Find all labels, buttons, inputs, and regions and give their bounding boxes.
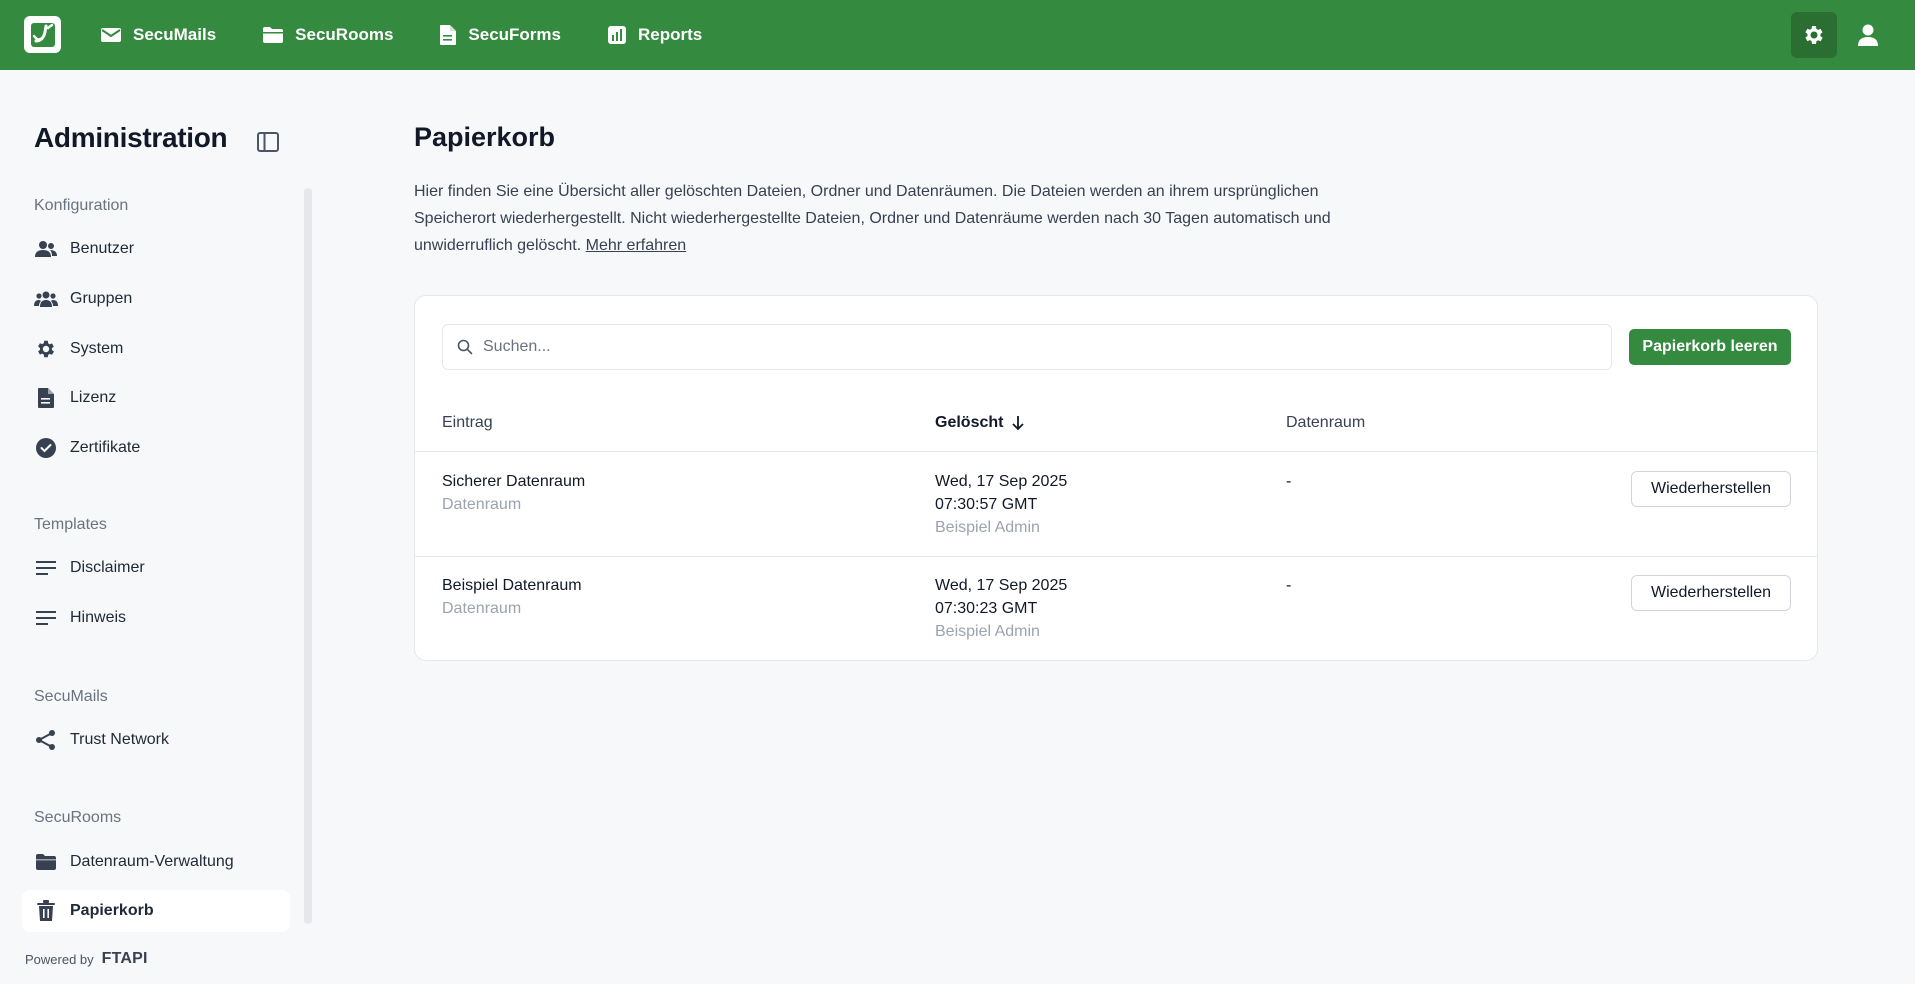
section-konfiguration: Konfiguration	[34, 197, 129, 214]
nav-securooms[interactable]: SecuRooms	[262, 25, 393, 45]
sidebar-item-gruppen[interactable]: Gruppen	[22, 278, 290, 320]
deleted-time: 07:30:57 GMT	[935, 496, 1038, 513]
logo-icon	[30, 22, 55, 47]
column-header-deleted[interactable]: Gelöscht	[935, 414, 1025, 432]
sidebar-item-trust-network[interactable]: Trust Network	[22, 719, 290, 761]
gear-icon	[34, 337, 58, 361]
gear-icon	[1805, 26, 1823, 44]
entry-type: Datenraum	[442, 600, 522, 617]
nav-label: SecuRooms	[295, 25, 394, 44]
users-icon	[34, 287, 58, 311]
section-templates: Templates	[34, 516, 107, 533]
share-icon	[34, 728, 58, 752]
user-icon	[34, 237, 58, 261]
document-icon	[34, 386, 58, 410]
table-divider	[415, 556, 1817, 557]
entry-name: Sicherer Datenraum	[442, 473, 586, 490]
nav-label: Reports	[638, 25, 703, 44]
section-secumails: SecuMails	[34, 688, 108, 705]
page-description: Hier finden Sie eine Übersicht aller gel…	[414, 178, 1394, 259]
deleted-by: Beispiel Admin	[935, 519, 1040, 536]
column-header-entry[interactable]: Eintrag	[442, 414, 493, 432]
folder-icon	[263, 27, 284, 43]
column-header-label: Gelöscht	[935, 414, 1004, 431]
sidebar-item-lizenz[interactable]: Lizenz	[22, 377, 290, 419]
sidebar-item-label: Papierkorb	[70, 902, 154, 919]
sidebar-item-hinweis[interactable]: Hinweis	[22, 597, 290, 639]
trash-icon	[34, 899, 58, 923]
text-lines-icon	[34, 556, 58, 580]
text-lines-icon	[34, 606, 58, 630]
deleted-by: Beispiel Admin	[935, 623, 1040, 640]
section-securooms: SecuRooms	[34, 809, 122, 826]
deleted-time: 07:30:23 GMT	[935, 600, 1038, 617]
deleted-date: Wed, 17 Sep 2025	[935, 473, 1068, 490]
nav-secuforms[interactable]: SecuForms	[439, 24, 561, 46]
sidebar-item-label: Gruppen	[70, 290, 133, 307]
nav-secumails[interactable]: SecuMails	[100, 25, 216, 45]
entry-name: Beispiel Datenraum	[442, 577, 582, 594]
sidebar-scrollbar[interactable]	[304, 188, 312, 924]
sidebar-item-label: System	[70, 340, 124, 357]
search-box[interactable]	[442, 324, 1612, 370]
empty-trash-button[interactable]: Papierkorb leeren	[1629, 329, 1791, 365]
app-logo[interactable]	[24, 16, 61, 53]
nav-label: SecuMails	[133, 25, 217, 44]
sidebar-collapse-button[interactable]	[256, 130, 280, 154]
sort-desc-icon	[1012, 416, 1025, 431]
nav-reports[interactable]: Reports	[607, 25, 702, 45]
room-value: -	[1286, 473, 1292, 490]
powered-by-text: Powered by	[25, 951, 94, 967]
chart-icon	[608, 26, 626, 44]
restore-button[interactable]: Wiederherstellen	[1631, 575, 1791, 611]
sidebar-item-label: Zertifikate	[70, 439, 141, 456]
top-navbar: SecuMails SecuRooms SecuForms Reports	[0, 0, 1915, 70]
deleted-date: Wed, 17 Sep 2025	[935, 577, 1068, 594]
column-header-room[interactable]: Datenraum	[1286, 414, 1365, 432]
row-2-deleted: Wed, 17 Sep 2025 07:30:23 GMT Beispiel A…	[935, 574, 1067, 643]
row-2-room: -	[1286, 574, 1291, 597]
table-divider	[415, 451, 1817, 452]
form-icon	[440, 25, 457, 45]
row-1-deleted: Wed, 17 Sep 2025 07:30:57 GMT Beispiel A…	[935, 470, 1067, 539]
description-text: Hier finden Sie eine Übersicht aller gel…	[414, 183, 1331, 254]
search-input[interactable]	[483, 338, 1583, 356]
sidebar-item-label: Benutzer	[70, 240, 135, 257]
sidebar-item-system[interactable]: System	[22, 328, 290, 370]
sidebar-toggle-icon	[257, 132, 279, 152]
entry-type: Datenraum	[442, 496, 522, 513]
user-icon	[1858, 24, 1878, 46]
search-icon	[457, 339, 473, 355]
mail-icon	[101, 28, 121, 42]
page-title: Papierkorb	[414, 122, 556, 152]
powered-by: Powered by FTAPI	[25, 950, 148, 968]
row-1-entry: Sicherer Datenraum Datenraum	[442, 470, 585, 516]
sidebar-item-label: Trust Network	[70, 731, 169, 748]
sidebar-item-disclaimer[interactable]: Disclaimer	[22, 547, 290, 589]
nav-label: SecuForms	[468, 25, 561, 44]
row-2-entry: Beispiel Datenraum Datenraum	[442, 574, 582, 620]
folder-icon	[34, 850, 58, 874]
learn-more-link[interactable]: Mehr erfahren	[586, 237, 687, 254]
sidebar-item-label: Datenraum-Verwaltung	[70, 853, 234, 870]
sidebar-item-label: Lizenz	[70, 389, 117, 406]
sidebar-item-benutzer[interactable]: Benutzer	[22, 228, 290, 270]
sidebar-item-papierkorb[interactable]: Papierkorb	[22, 890, 290, 932]
sidebar-item-label: Disclaimer	[70, 559, 145, 576]
sidebar-item-datenraum-verwaltung[interactable]: Datenraum-Verwaltung	[22, 841, 290, 883]
sidebar-item-label: Hinweis	[70, 609, 127, 626]
check-badge-icon	[34, 436, 58, 460]
settings-button[interactable]	[1791, 12, 1837, 58]
sidebar-item-zertifikate[interactable]: Zertifikate	[22, 427, 290, 469]
sidebar-title: Administration	[34, 122, 228, 153]
row-1-room: -	[1286, 470, 1291, 493]
trash-card: Papierkorb leeren Eintrag Gelöscht Daten…	[414, 295, 1818, 661]
room-value: -	[1286, 577, 1292, 594]
profile-button[interactable]	[1845, 12, 1891, 58]
ftapi-brand[interactable]: FTAPI	[102, 950, 148, 968]
restore-button[interactable]: Wiederherstellen	[1631, 471, 1791, 507]
